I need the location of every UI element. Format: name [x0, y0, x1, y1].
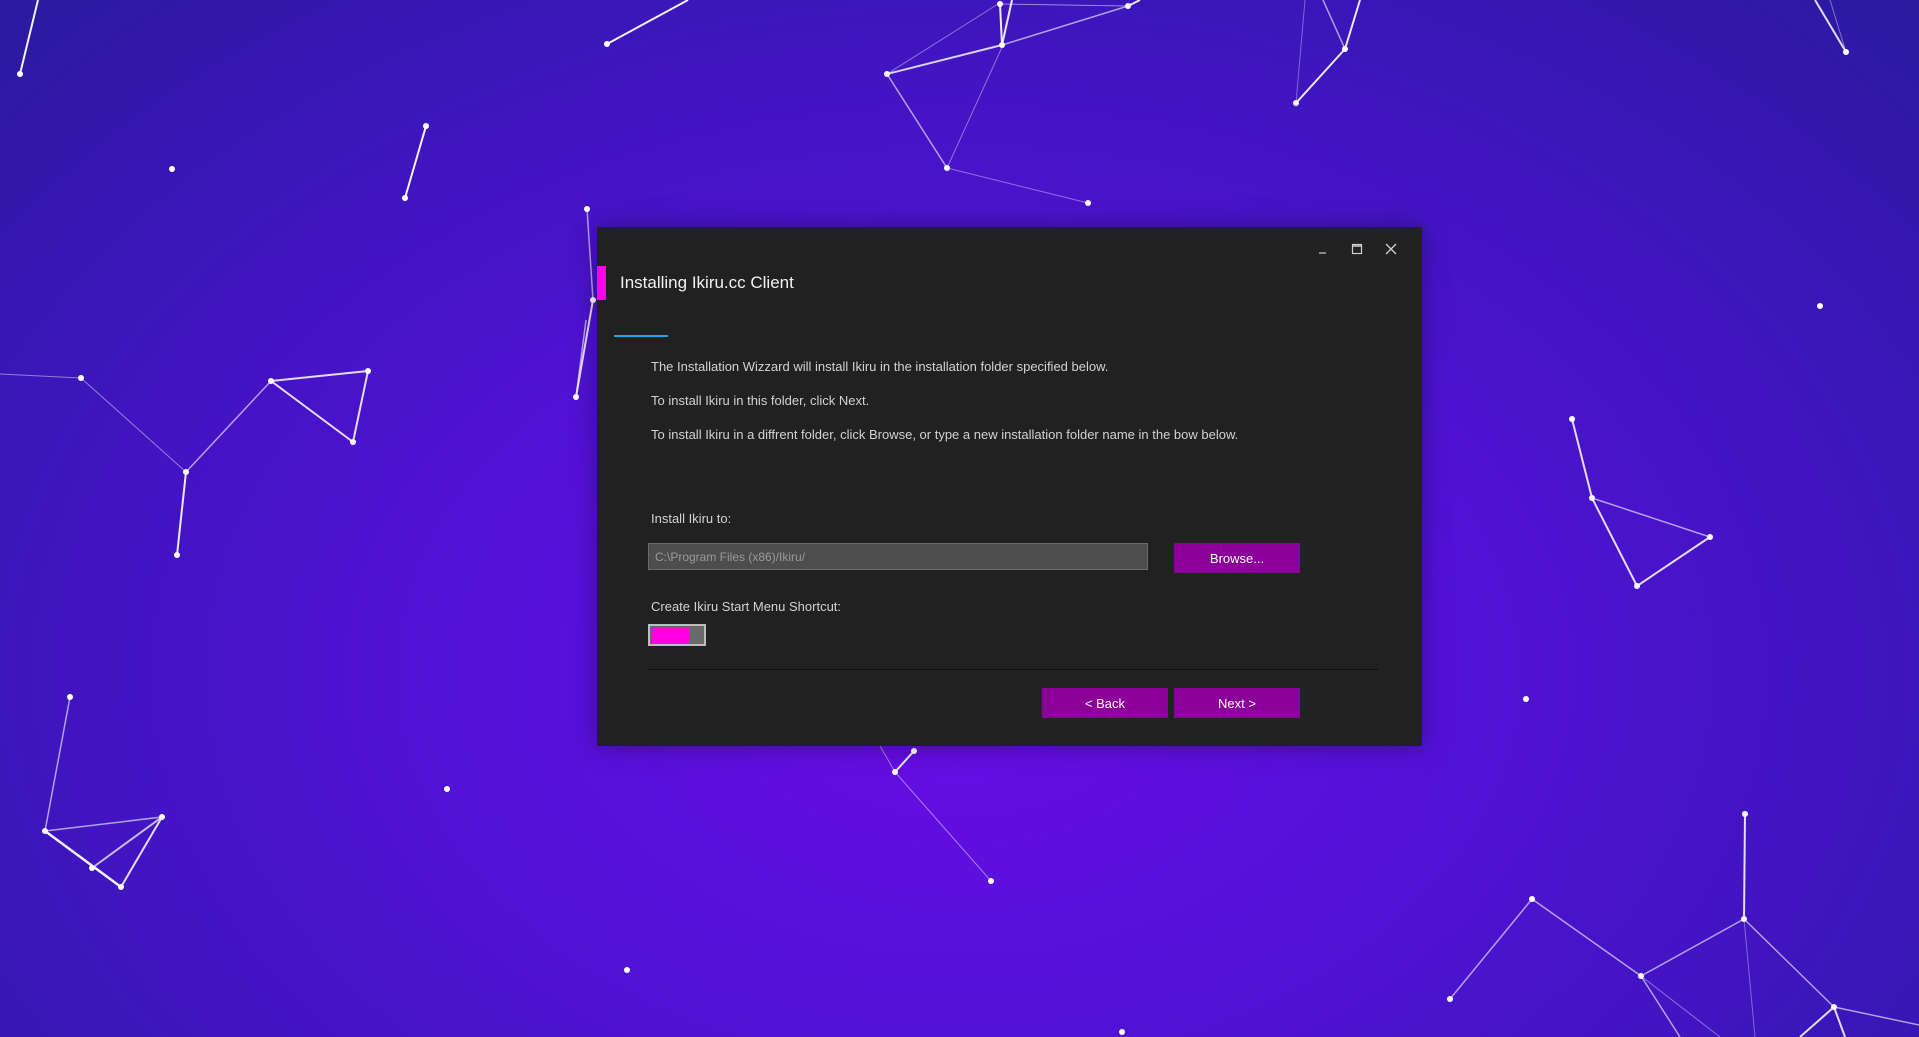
- maximize-button[interactable]: [1346, 239, 1368, 259]
- install-path-input[interactable]: [648, 543, 1148, 570]
- step-progress-indicator: [614, 335, 668, 337]
- intro-line-3: To install Ikiru in a diffrent folder, c…: [651, 427, 1239, 442]
- intro-line-2: To install Ikiru in this folder, click N…: [651, 393, 870, 408]
- install-path-label: Install Ikiru to:: [651, 511, 732, 526]
- close-icon: [1385, 243, 1397, 255]
- installer-window: Installing Ikiru.cc Client The Installat…: [597, 227, 1422, 746]
- intro-line-1: The Installation Wizzard will install Ik…: [651, 359, 1109, 374]
- browse-button[interactable]: Browse...: [1174, 543, 1300, 573]
- toggle-on-fill: [651, 627, 689, 643]
- next-button[interactable]: Next >: [1174, 688, 1300, 718]
- shortcut-label: Create Ikiru Start Menu Shortcut:: [651, 599, 842, 614]
- footer-divider: [648, 669, 1378, 670]
- back-button[interactable]: < Back: [1042, 688, 1168, 718]
- minimize-icon: [1319, 252, 1326, 254]
- maximize-icon: [1351, 243, 1363, 255]
- window-controls: [1312, 239, 1402, 259]
- shortcut-toggle[interactable]: [648, 624, 706, 646]
- window-title: Installing Ikiru.cc Client: [620, 273, 794, 292]
- title-accent-bar: [597, 266, 606, 300]
- close-button[interactable]: [1380, 239, 1402, 259]
- minimize-button[interactable]: [1312, 239, 1334, 259]
